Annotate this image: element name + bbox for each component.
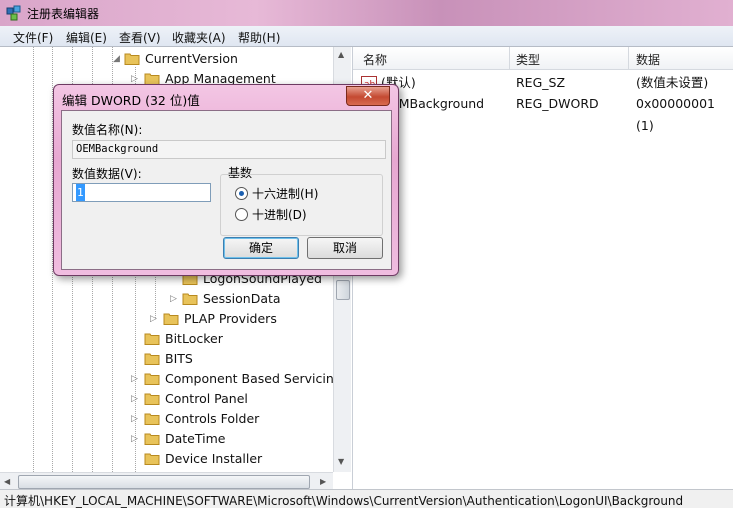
tree-item-device-installer[interactable]: Device Installer: [0, 449, 333, 469]
tree-item-label: Controls Folder: [165, 411, 260, 426]
menu-favorites[interactable]: 收藏夹(A): [172, 29, 226, 46]
menu-bar: 文件(F) 编辑(E) 查看(V) 收藏夹(A) 帮助(H): [0, 26, 733, 47]
tree-item-currentversion[interactable]: ◢ CurrentVersion: [0, 49, 333, 69]
tree-item-bitlocker[interactable]: BitLocker: [0, 329, 333, 349]
tree-item-label: DateTime: [165, 431, 226, 446]
tree-item-label: SessionData: [203, 291, 281, 306]
folder-icon: [163, 313, 179, 325]
column-header-data[interactable]: 数据: [636, 51, 660, 68]
column-header-name[interactable]: 名称: [363, 51, 387, 68]
value-name-field: OEMBackground: [72, 140, 386, 159]
scroll-up-icon[interactable]: ▲: [338, 50, 344, 59]
close-icon: ✕: [362, 88, 374, 103]
value-data-label: 数值数据(V):: [72, 167, 142, 181]
ok-button[interactable]: 确定: [223, 237, 299, 259]
tree-item-label: BITS: [165, 351, 193, 366]
collapsed-arrow-icon[interactable]: ▷: [131, 409, 141, 429]
radio-hex[interactable]: 十六进制(H): [235, 185, 318, 202]
value-type: REG_DWORD: [516, 96, 599, 111]
menu-view[interactable]: 查看(V): [119, 29, 161, 46]
collapsed-arrow-icon[interactable]: ▷: [131, 369, 141, 389]
column-header-type[interactable]: 类型: [516, 51, 540, 68]
folder-icon: [144, 373, 160, 385]
value-data-input[interactable]: 1: [72, 183, 211, 202]
scroll-left-icon[interactable]: ◀: [4, 477, 10, 486]
tree-item-control-panel[interactable]: ▷ Control Panel: [0, 389, 333, 409]
base-radio-group: 十六进制(H) 十进制(D): [220, 174, 383, 236]
column-divider[interactable]: [509, 47, 510, 69]
dialog-body: 数值名称(N): OEMBackground 数值数据(V): 1 基数 十六进…: [61, 110, 392, 270]
folder-icon: [144, 433, 160, 445]
radio-decimal-label: 十进制(D): [252, 208, 307, 222]
value-data: 0x00000001 (1): [636, 96, 715, 133]
expanded-arrow-icon[interactable]: ◢: [113, 49, 123, 69]
menu-help[interactable]: 帮助(H): [238, 29, 280, 46]
tree-item-label: Control Panel: [165, 391, 248, 406]
value-type: REG_SZ: [516, 75, 566, 90]
list-item[interactable]: ab (默认) REG_SZ (数值未设置): [353, 72, 733, 94]
tree-item-bits[interactable]: BITS: [0, 349, 333, 369]
tree-item-plap-providers[interactable]: ▷ PLAP Providers: [0, 309, 333, 329]
status-bar: 计算机\HKEY_LOCAL_MACHINE\SOFTWARE\Microsof…: [0, 489, 733, 508]
radio-hex-label: 十六进制(H): [252, 187, 319, 201]
menu-file[interactable]: 文件(F): [13, 29, 53, 46]
value-name-text: OEMBackground: [76, 143, 159, 155]
tree-horizontal-scrollbar[interactable]: ◀ ▶: [0, 472, 333, 489]
scroll-down-icon[interactable]: ▼: [338, 457, 344, 466]
collapsed-arrow-icon[interactable]: ▷: [131, 389, 141, 409]
tree-item-datetime[interactable]: ▷ DateTime: [0, 429, 333, 449]
collapsed-arrow-icon[interactable]: ▷: [170, 289, 180, 309]
tree-item-label: PLAP Providers: [184, 311, 277, 326]
close-button[interactable]: ✕: [346, 86, 390, 106]
tree-item-label: Component Based Servicing: [165, 371, 342, 386]
folder-icon: [144, 353, 160, 365]
folder-icon: [144, 393, 160, 405]
value-name-label: 数值名称(N):: [72, 123, 143, 137]
radio-decimal[interactable]: 十进制(D): [235, 206, 307, 223]
value-data-text: 1: [76, 184, 85, 201]
tree-item-label: BitLocker: [165, 331, 223, 346]
menu-edit[interactable]: 编辑(E): [66, 29, 107, 46]
column-divider[interactable]: [628, 47, 629, 69]
registry-values-list[interactable]: 名称 类型 数据 ab (默认) REG_SZ (数值未设置) 01 OEMBa…: [353, 47, 733, 489]
list-header: 名称 类型 数据: [353, 47, 733, 70]
tree-item-controls-folder[interactable]: ▷ Controls Folder: [0, 409, 333, 429]
folder-icon: [144, 413, 160, 425]
radio-selected-icon[interactable]: [235, 187, 248, 200]
scroll-right-icon[interactable]: ▶: [320, 477, 326, 486]
list-item[interactable]: 01 OEMBackground REG_DWORD 0x00000001 (1…: [353, 93, 733, 133]
tree-item-sessiondata[interactable]: ▷ SessionData: [0, 289, 333, 309]
folder-icon: [124, 53, 140, 65]
scrollbar-thumb[interactable]: [18, 475, 310, 489]
window-title: 注册表编辑器: [27, 7, 100, 21]
radio-unselected-icon[interactable]: [235, 208, 248, 221]
title-bar: 注册表编辑器: [0, 0, 733, 26]
folder-icon: [144, 333, 160, 345]
folder-icon: [182, 293, 198, 305]
edit-dword-dialog: 编辑 DWORD (32 位)值 ✕ 数值名称(N): OEMBackgroun…: [53, 84, 399, 276]
tree-item-component-based-servicing[interactable]: ▷ Component Based Servicing: [0, 369, 342, 389]
collapsed-arrow-icon[interactable]: ▷: [131, 429, 141, 449]
tree-item-label: Device Installer: [165, 451, 263, 466]
tree-item-label: CurrentVersion: [145, 51, 238, 66]
dialog-title: 编辑 DWORD (32 位)值: [62, 93, 200, 108]
collapsed-arrow-icon[interactable]: ▷: [150, 309, 160, 329]
registry-editor-icon: [6, 5, 21, 21]
cancel-button[interactable]: 取消: [307, 237, 383, 259]
value-data: (数值未设置): [636, 75, 709, 90]
scrollbar-thumb[interactable]: [336, 280, 350, 300]
folder-icon: [144, 453, 160, 465]
registry-path: 计算机\HKEY_LOCAL_MACHINE\SOFTWARE\Microsof…: [4, 494, 684, 508]
